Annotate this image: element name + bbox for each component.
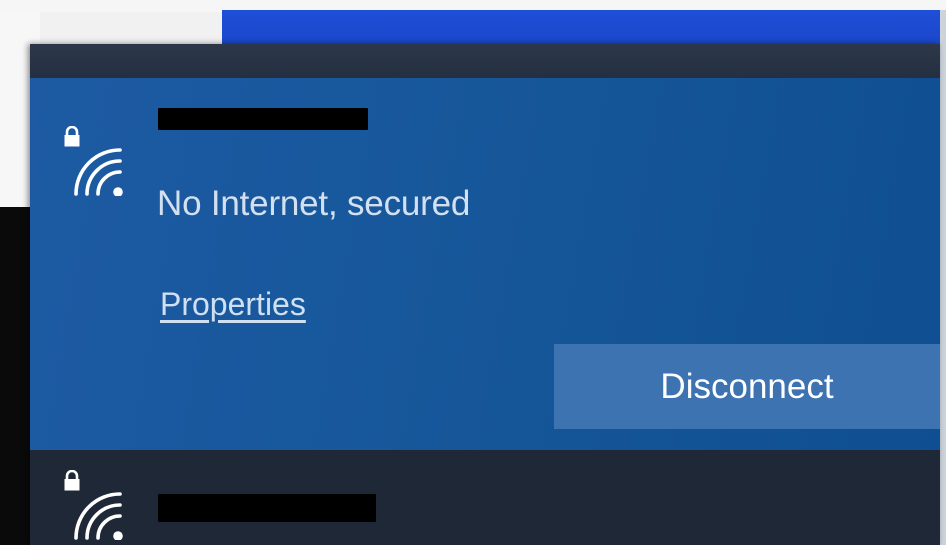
network-name-redacted xyxy=(158,494,376,522)
network-status: No Internet, secured xyxy=(157,184,471,223)
network-flyout: No Internet, secured Properties Disconne… xyxy=(30,44,940,545)
network-name-redacted xyxy=(158,108,368,130)
network-item[interactable] xyxy=(30,450,940,545)
wifi-secured-icon xyxy=(64,126,123,196)
network-item-selected[interactable]: No Internet, secured Properties Disconne… xyxy=(30,78,940,494)
disconnect-button[interactable]: Disconnect xyxy=(554,344,940,429)
wifi-secured-icon xyxy=(64,470,123,540)
background-right-edge xyxy=(940,10,946,545)
properties-link[interactable]: Properties xyxy=(160,286,306,323)
flyout-header xyxy=(30,44,940,78)
